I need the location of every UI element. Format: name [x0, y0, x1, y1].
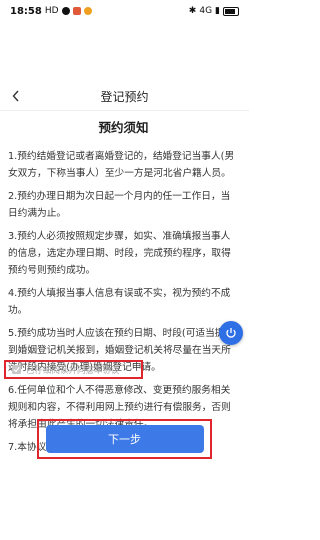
notice-title: 预约须知 [98, 120, 149, 135]
next-button-frame: 下一步 [37, 419, 212, 459]
agreement-label: 已仔细阅读并同意本协议 [26, 365, 120, 376]
divider [0, 110, 249, 111]
notice-item-4: 4.预约人填报当事人信息有误或不实，视为预约不成功。 [8, 288, 231, 316]
notice-item-1: 1.预约结婚登记或者离婚登记的，结婚登记当事人(男女双方，下称当事人）至少一方是… [8, 151, 235, 179]
bluetooth-icon: ✱ [188, 6, 197, 16]
network-label: HD [44, 6, 59, 16]
agreement-checkbox[interactable] [12, 365, 21, 374]
chevron-left-icon [12, 90, 19, 102]
notice-content: 预约须知 1.预约结婚登记或者离婚登记的，结婚登记当事人(男女双方，下称当事人）… [8, 116, 239, 462]
notice-item-2: 2.预约办理日期为次日起一个月内的任一工作日，当日约满为止。 [8, 191, 231, 219]
status-time: 18:58 [10, 5, 42, 17]
power-icon [226, 328, 236, 338]
notification-icon [61, 7, 70, 15]
agreement-checkbox-row[interactable]: 已仔细阅读并同意本协议 [4, 360, 143, 379]
back-button[interactable] [6, 82, 26, 110]
app-badge-icon [83, 7, 92, 15]
nav-bar: 登记预约 [0, 82, 249, 110]
notice-item-3: 3.预约人必须按照规定步骤，如实、准确填报当事人的信息，选定办理日期、时段，完成… [8, 231, 231, 276]
wifi-icon: ▮ [215, 6, 220, 16]
status-bar: 18:58 HD ✱ 4G ▮ [0, 0, 249, 22]
battery-icon [223, 6, 239, 16]
page-title: 登记预约 [100, 89, 149, 104]
floating-power-button[interactable] [219, 321, 243, 345]
next-button[interactable]: 下一步 [45, 425, 204, 453]
app-notification-icon [72, 7, 81, 15]
check-icon [13, 367, 20, 373]
signal-label: 4G [199, 6, 213, 16]
